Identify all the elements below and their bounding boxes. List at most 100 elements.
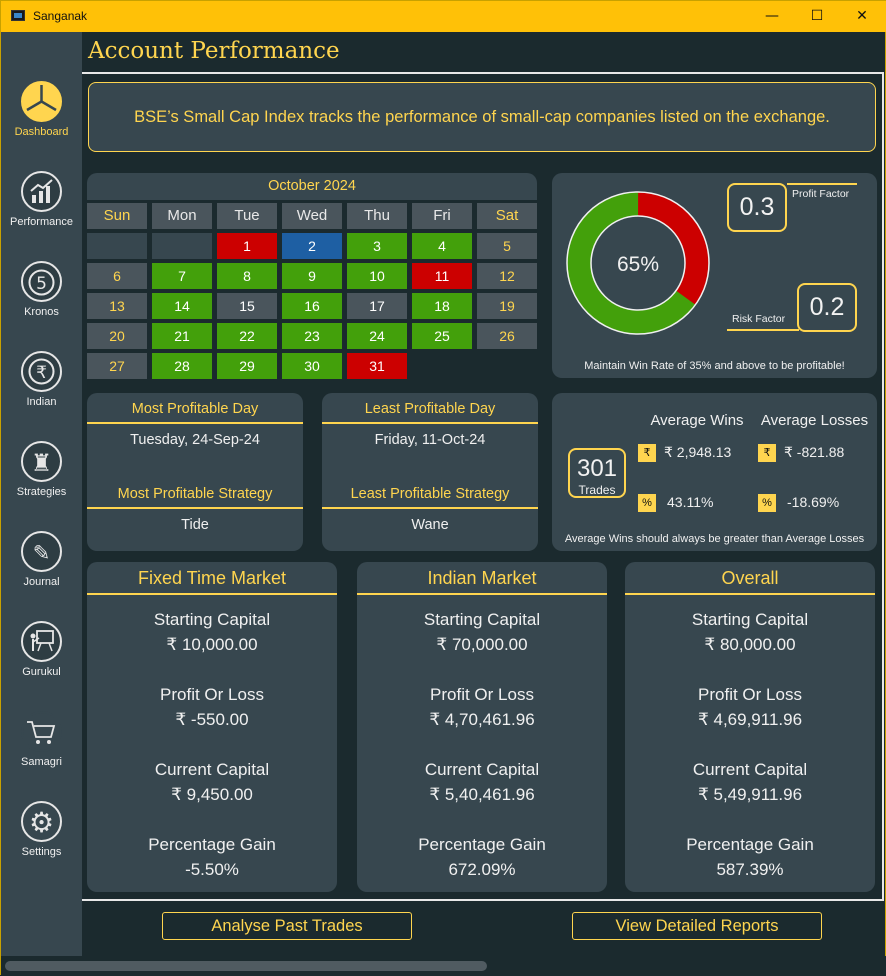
calendar-day-cell[interactable]: 22	[217, 323, 277, 349]
section-underline	[322, 507, 538, 509]
calendar-empty-cell	[152, 233, 212, 259]
rupee-glyph: ₹	[36, 363, 47, 383]
sidebar-item-label: Performance	[10, 216, 73, 228]
calendar-day-cell[interactable]: 24	[347, 323, 407, 349]
minimize-button[interactable]: —	[755, 5, 789, 27]
average-wins-amount: ₹ 2,948.13	[664, 444, 732, 460]
maximize-button[interactable]: ☐	[800, 5, 834, 27]
sidebar-item-journal[interactable]: ✎ Journal	[1, 531, 82, 611]
kronos-glyph: 5	[36, 274, 47, 294]
calendar-day-cell[interactable]: 15	[217, 293, 277, 319]
calendar-day-cell[interactable]: 6	[87, 263, 147, 289]
performance-chart-icon	[21, 171, 62, 212]
starting-capital-label: Starting Capital	[153, 610, 271, 629]
calendar-day-header: Sat	[477, 203, 537, 229]
sidebar-item-label: Dashboard	[14, 126, 69, 138]
calendar-day-cell[interactable]: 18	[412, 293, 472, 319]
average-losses-amount: ₹ -821.88	[784, 444, 845, 460]
calendar-day-cell[interactable]: 3	[347, 233, 407, 259]
calendar-day-cell[interactable]: 1	[217, 233, 277, 259]
shopping-cart-icon	[21, 711, 62, 752]
section-underline	[357, 593, 607, 595]
calendar-day-cell[interactable]: 4	[412, 233, 472, 259]
starting-capital-value: ₹ 10,000.00	[166, 635, 258, 654]
close-button[interactable]: ✕	[845, 5, 879, 27]
percentage-gain-label: Percentage Gain	[418, 835, 546, 854]
percent-badge-icon: %	[638, 494, 656, 512]
sidebar-item-settings[interactable]: ⚙ Settings	[1, 801, 82, 881]
risk-factor-value: 0.2	[797, 283, 857, 332]
app-logo-icon	[11, 10, 25, 21]
sidebar-item-samagri[interactable]: Samagri	[1, 711, 82, 791]
sidebar-item-strategies[interactable]: ♜ Strategies	[1, 441, 82, 521]
rupee-icon: ₹	[21, 351, 62, 392]
calendar-day-header: Tue	[217, 203, 277, 229]
most-profitable-panel: Most Profitable Day Tuesday, 24-Sep-24 M…	[87, 393, 303, 551]
analyse-past-trades-button[interactable]: Analyse Past Trades	[162, 912, 412, 940]
calendar-day-cell[interactable]: 13	[87, 293, 147, 319]
profit-loss-label: Profit Or Loss	[698, 685, 802, 704]
chess-piece-icon: ♜	[21, 441, 62, 482]
average-wins-percent: 43.11%	[667, 494, 714, 510]
calendar-day-cell[interactable]: 28	[152, 353, 212, 379]
calendar-day-cell[interactable]: 11	[412, 263, 472, 289]
sidebar-item-label: Kronos	[24, 306, 59, 318]
calendar-day-cell[interactable]: 25	[412, 323, 472, 349]
average-wins-title: Average Wins	[650, 412, 744, 429]
calendar-day-cell[interactable]: 30	[282, 353, 342, 379]
sidebar-item-kronos[interactable]: 5 Kronos	[1, 261, 82, 341]
percentage-gain-value: 672.09%	[448, 860, 516, 879]
starting-capital-value: ₹ 70,000.00	[436, 635, 528, 654]
calendar-day-cell[interactable]: 9	[282, 263, 342, 289]
averages-panel: 301 Trades Average Wins Average Losses ₹…	[552, 393, 877, 551]
calendar-day-cell[interactable]: 23	[282, 323, 342, 349]
win-rate-note: Maintain Win Rate of 35% and above to be…	[584, 360, 845, 372]
profit-loss-value: ₹ 4,69,911.96	[697, 710, 803, 729]
view-detailed-reports-button[interactable]: View Detailed Reports	[572, 912, 822, 940]
calendar-day-cell[interactable]: 19	[477, 293, 537, 319]
current-capital-value: ₹ 9,450.00	[171, 785, 253, 804]
dashboard-pie-icon	[21, 81, 62, 122]
calendar-day-cell[interactable]: 2	[282, 233, 342, 259]
calendar-day-cell[interactable]: 14	[152, 293, 212, 319]
profit-loss-value: ₹ 4,70,461.96	[429, 710, 535, 729]
sidebar-item-label: Strategies	[16, 486, 67, 498]
horizontal-scrollbar[interactable]	[1, 956, 886, 976]
calendar-day-cell[interactable]: 8	[217, 263, 277, 289]
calendar-day-cell[interactable]: 5	[477, 233, 537, 259]
section-underline	[87, 593, 337, 595]
calendar-day-cell[interactable]: 16	[282, 293, 342, 319]
calendar-day-cell[interactable]: 12	[477, 263, 537, 289]
scrollbar-thumb[interactable]	[5, 961, 487, 971]
sidebar-item-indian[interactable]: ₹ Indian	[1, 351, 82, 431]
averages-note: Average Wins should always be greater th…	[564, 533, 865, 545]
calendar-day-cell[interactable]: 21	[152, 323, 212, 349]
app-window: Sanganak — ☐ ✕ Dashboard Performance 5 K…	[0, 0, 886, 976]
profit-factor-label: Profit Factor	[792, 188, 850, 200]
calendar-day-cell[interactable]: 20	[87, 323, 147, 349]
calendar-day-cell[interactable]: 27	[87, 353, 147, 379]
quill-glyph: ✎	[33, 541, 51, 565]
section-underline	[322, 422, 538, 424]
fixed-time-market-panel: Fixed Time Market Starting Capital ₹ 10,…	[87, 562, 337, 892]
calendar-day-header: Wed	[282, 203, 342, 229]
indian-market-panel: Indian Market Starting Capital ₹ 70,000.…	[357, 562, 607, 892]
calendar-day-cell[interactable]: 10	[347, 263, 407, 289]
calendar-day-cell[interactable]: 29	[217, 353, 277, 379]
percent-badge-icon: %	[758, 494, 776, 512]
sidebar-nav: Dashboard Performance 5 Kronos ₹ Indian …	[1, 32, 82, 956]
teacher-board-icon	[21, 621, 62, 662]
calendar-day-cell[interactable]: 17	[347, 293, 407, 319]
banner-text: BSE’s Small Cap Index tracks the perform…	[134, 107, 830, 126]
gear-icon: ⚙	[21, 801, 62, 842]
sidebar-item-label: Samagri	[21, 756, 62, 768]
calendar-day-header: Mon	[152, 203, 212, 229]
sidebar-item-dashboard[interactable]: Dashboard	[1, 81, 82, 161]
calendar-day-cell[interactable]: 26	[477, 323, 537, 349]
section-underline	[87, 422, 303, 424]
sidebar-item-label: Gurukul	[22, 666, 61, 678]
sidebar-item-performance[interactable]: Performance	[1, 171, 82, 251]
sidebar-item-gurukul[interactable]: Gurukul	[1, 621, 82, 701]
calendar-day-cell[interactable]: 31	[347, 353, 407, 379]
calendar-day-cell[interactable]: 7	[152, 263, 212, 289]
